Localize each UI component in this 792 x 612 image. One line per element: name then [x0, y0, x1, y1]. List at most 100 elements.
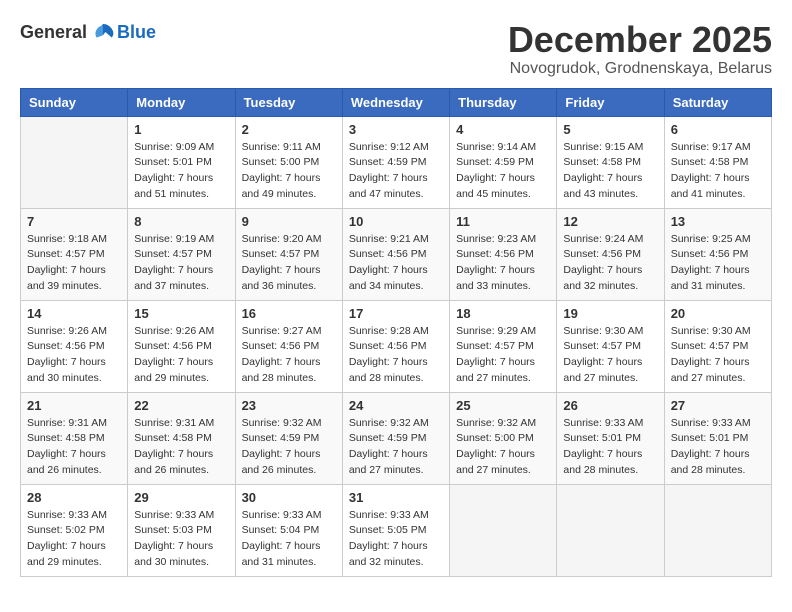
day-number: 23 — [242, 398, 336, 413]
calendar-week-row: 14 Sunrise: 9:26 AMSunset: 4:56 PMDayligh… — [21, 300, 772, 392]
day-info: Sunrise: 9:33 AMSunset: 5:01 PMDaylight:… — [563, 416, 657, 479]
calendar-day-cell: 24 Sunrise: 9:32 AMSunset: 4:59 PMDayligh… — [342, 392, 449, 484]
calendar-day-cell: 14 Sunrise: 9:26 AMSunset: 4:56 PMDayligh… — [21, 300, 128, 392]
day-info: Sunrise: 9:33 AMSunset: 5:03 PMDaylight:… — [134, 508, 228, 571]
day-number: 30 — [242, 490, 336, 505]
day-number: 28 — [27, 490, 121, 505]
day-number: 10 — [349, 214, 443, 229]
calendar-table: SundayMondayTuesdayWednesdayThursdayFrid… — [20, 88, 772, 577]
day-number: 21 — [27, 398, 121, 413]
calendar-day-cell: 8Sunrise: 9:19 AMSunset: 4:57 PMDaylight… — [128, 208, 235, 300]
day-number: 19 — [563, 306, 657, 321]
day-number: 25 — [456, 398, 550, 413]
day-info: Sunrise: 9:33 AMSunset: 5:05 PMDaylight:… — [349, 508, 443, 571]
calendar-day-cell — [21, 116, 128, 208]
calendar-day-cell: 2 Sunrise: 9:11 AMSunset: 5:00 PMDaylight… — [235, 116, 342, 208]
day-number: 3 — [349, 122, 443, 137]
day-info: Sunrise: 9:24 AMSunset: 4:56 PMDaylight:… — [563, 232, 657, 295]
calendar-day-cell: 6 Sunrise: 9:17 AMSunset: 4:58 PMDaylight… — [664, 116, 771, 208]
calendar-day-cell: 25 Sunrise: 9:32 AMSunset: 5:00 PMDayligh… — [450, 392, 557, 484]
calendar-day-cell: 9Sunrise: 9:20 AMSunset: 4:57 PMDaylight… — [235, 208, 342, 300]
day-info: Sunrise: 9:18 AMSunset: 4:57 PMDaylight:… — [27, 232, 121, 295]
day-info: Sunrise: 9:33 AMSunset: 5:04 PMDaylight:… — [242, 508, 336, 571]
weekday-header: Wednesday — [342, 88, 449, 116]
calendar-day-cell: 5Sunrise: 9:15 AMSunset: 4:58 PMDaylight… — [557, 116, 664, 208]
day-number: 6 — [671, 122, 765, 137]
day-info: Sunrise: 9:33 AMSunset: 5:02 PMDaylight:… — [27, 508, 121, 571]
day-number: 13 — [671, 214, 765, 229]
day-number: 1 — [134, 122, 228, 137]
day-number: 9 — [242, 214, 336, 229]
day-info: Sunrise: 9:21 AMSunset: 4:56 PMDaylight:… — [349, 232, 443, 295]
calendar-day-cell: 3Sunrise: 9:12 AMSunset: 4:59 PMDaylight… — [342, 116, 449, 208]
day-info: Sunrise: 9:19 AMSunset: 4:57 PMDaylight:… — [134, 232, 228, 295]
day-info: Sunrise: 9:14 AMSunset: 4:59 PMDaylight:… — [456, 140, 550, 203]
calendar-day-cell: 16Sunrise: 9:27 AMSunset: 4:56 PMDayligh… — [235, 300, 342, 392]
day-number: 22 — [134, 398, 228, 413]
day-info: Sunrise: 9:17 AMSunset: 4:58 PMDaylight:… — [671, 140, 765, 203]
day-info: Sunrise: 9:32 AMSunset: 5:00 PMDaylight:… — [456, 416, 550, 479]
weekday-header: Thursday — [450, 88, 557, 116]
location-title: Novogrudok, Grodnenskaya, Belarus — [508, 60, 772, 78]
calendar-day-cell: 20 Sunrise: 9:30 AMSunset: 4:57 PMDayligh… — [664, 300, 771, 392]
day-info: Sunrise: 9:32 AMSunset: 4:59 PMDaylight:… — [242, 416, 336, 479]
day-number: 4 — [456, 122, 550, 137]
day-info: Sunrise: 9:27 AMSunset: 4:56 PMDaylight:… — [242, 324, 336, 387]
calendar-week-row: 21 Sunrise: 9:31 AMSunset: 4:58 PMDayligh… — [21, 392, 772, 484]
calendar-week-row: 1Sunrise: 9:09 AMSunset: 5:01 PMDaylight… — [21, 116, 772, 208]
month-title: December 2025 — [508, 20, 772, 60]
calendar-day-cell: 7Sunrise: 9:18 AMSunset: 4:57 PMDaylight… — [21, 208, 128, 300]
calendar-day-cell: 10 Sunrise: 9:21 AMSunset: 4:56 PMDayligh… — [342, 208, 449, 300]
calendar-day-cell: 13 Sunrise: 9:25 AMSunset: 4:56 PMDayligh… — [664, 208, 771, 300]
calendar-week-row: 28 Sunrise: 9:33 AMSunset: 5:02 PMDayligh… — [21, 484, 772, 576]
calendar-day-cell: 26Sunrise: 9:33 AMSunset: 5:01 PMDayligh… — [557, 392, 664, 484]
logo-blue-text: Blue — [117, 22, 156, 43]
day-info: Sunrise: 9:33 AMSunset: 5:01 PMDaylight:… — [671, 416, 765, 479]
calendar-day-cell — [557, 484, 664, 576]
day-info: Sunrise: 9:28 AMSunset: 4:56 PMDaylight:… — [349, 324, 443, 387]
day-info: Sunrise: 9:32 AMSunset: 4:59 PMDaylight:… — [349, 416, 443, 479]
weekday-header: Monday — [128, 88, 235, 116]
day-number: 20 — [671, 306, 765, 321]
day-info: Sunrise: 9:31 AMSunset: 4:58 PMDaylight:… — [27, 416, 121, 479]
day-info: Sunrise: 9:29 AMSunset: 4:57 PMDaylight:… — [456, 324, 550, 387]
calendar-day-cell: 27 Sunrise: 9:33 AMSunset: 5:01 PMDayligh… — [664, 392, 771, 484]
weekday-header: Sunday — [21, 88, 128, 116]
calendar-day-cell: 15Sunrise: 9:26 AMSunset: 4:56 PMDayligh… — [128, 300, 235, 392]
day-info: Sunrise: 9:25 AMSunset: 4:56 PMDaylight:… — [671, 232, 765, 295]
weekday-header: Friday — [557, 88, 664, 116]
calendar-day-cell: 4 Sunrise: 9:14 AMSunset: 4:59 PMDaylight… — [450, 116, 557, 208]
calendar-day-cell: 17 Sunrise: 9:28 AMSunset: 4:56 PMDayligh… — [342, 300, 449, 392]
page-header: General Blue December 2025 Novogrudok, G… — [20, 20, 772, 78]
day-number: 12 — [563, 214, 657, 229]
day-number: 31 — [349, 490, 443, 505]
calendar-week-row: 7Sunrise: 9:18 AMSunset: 4:57 PMDaylight… — [21, 208, 772, 300]
day-number: 27 — [671, 398, 765, 413]
calendar-day-cell — [664, 484, 771, 576]
day-number: 2 — [242, 122, 336, 137]
calendar-day-cell: 28 Sunrise: 9:33 AMSunset: 5:02 PMDayligh… — [21, 484, 128, 576]
day-info: Sunrise: 9:11 AMSunset: 5:00 PMDaylight:… — [242, 140, 336, 203]
day-info: Sunrise: 9:23 AMSunset: 4:56 PMDaylight:… — [456, 232, 550, 295]
weekday-header: Tuesday — [235, 88, 342, 116]
day-number: 11 — [456, 214, 550, 229]
calendar-day-cell: 1Sunrise: 9:09 AMSunset: 5:01 PMDaylight… — [128, 116, 235, 208]
calendar-day-cell: 31 Sunrise: 9:33 AMSunset: 5:05 PMDayligh… — [342, 484, 449, 576]
calendar-header-row: SundayMondayTuesdayWednesdayThursdayFrid… — [21, 88, 772, 116]
calendar-day-cell: 29 Sunrise: 9:33 AMSunset: 5:03 PMDayligh… — [128, 484, 235, 576]
day-number: 15 — [134, 306, 228, 321]
day-number: 24 — [349, 398, 443, 413]
calendar-day-cell: 23 Sunrise: 9:32 AMSunset: 4:59 PMDayligh… — [235, 392, 342, 484]
day-info: Sunrise: 9:31 AMSunset: 4:58 PMDaylight:… — [134, 416, 228, 479]
calendar-day-cell: 21 Sunrise: 9:31 AMSunset: 4:58 PMDayligh… — [21, 392, 128, 484]
day-info: Sunrise: 9:30 AMSunset: 4:57 PMDaylight:… — [671, 324, 765, 387]
day-number: 29 — [134, 490, 228, 505]
day-number: 14 — [27, 306, 121, 321]
logo-icon — [91, 20, 115, 44]
day-info: Sunrise: 9:26 AMSunset: 4:56 PMDaylight:… — [27, 324, 121, 387]
calendar-day-cell: 19Sunrise: 9:30 AMSunset: 4:57 PMDayligh… — [557, 300, 664, 392]
day-number: 17 — [349, 306, 443, 321]
day-info: Sunrise: 9:15 AMSunset: 4:58 PMDaylight:… — [563, 140, 657, 203]
calendar-day-cell: 12 Sunrise: 9:24 AMSunset: 4:56 PMDayligh… — [557, 208, 664, 300]
title-section: December 2025 Novogrudok, Grodnenskaya, … — [508, 20, 772, 78]
